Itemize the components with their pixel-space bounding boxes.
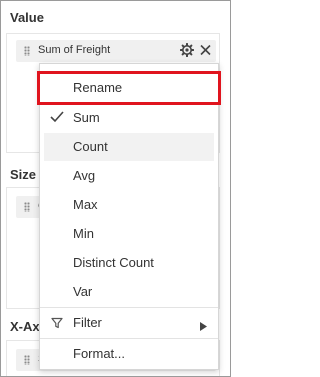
menu-item-label: Rename	[73, 80, 123, 95]
gear-icon[interactable]	[179, 42, 195, 62]
menu-separator	[40, 338, 218, 339]
menu-item-var[interactable]: Var	[40, 278, 218, 306]
menu-item-label: Distinct Count	[73, 255, 154, 270]
menu-item-label: Min	[73, 226, 94, 241]
field-panel: Value Sum of Freight Size X-Ax Rename Su…	[0, 0, 231, 377]
menu-item-filter[interactable]: Filter	[40, 309, 218, 337]
x-axis-section-title: X-Ax	[10, 319, 40, 334]
menu-item-label: Sum	[73, 110, 100, 125]
value-field-pill[interactable]: Sum of Freight	[16, 40, 216, 62]
drag-handle-icon[interactable]	[24, 355, 30, 365]
submenu-arrow-icon	[200, 319, 207, 334]
menu-item-avg[interactable]: Avg	[40, 162, 218, 190]
menu-item-label: Format...	[73, 346, 126, 361]
filter-icon	[51, 317, 63, 332]
menu-item-label: Var	[73, 284, 93, 299]
size-section-title: Size	[10, 167, 37, 182]
menu-item-label: Filter	[73, 315, 102, 330]
value-section-title: Value	[10, 10, 44, 25]
checkmark-icon	[50, 111, 64, 126]
menu-item-label: Max	[73, 197, 98, 212]
drag-handle-icon[interactable]	[24, 46, 30, 56]
close-icon[interactable]	[199, 43, 212, 62]
menu-item-label: Count	[73, 139, 108, 154]
field-context-menu: Rename Sum Count Avg Max Min Distinct Co…	[37, 63, 221, 370]
menu-item-sum[interactable]: Sum	[40, 104, 218, 132]
menu-item-count[interactable]: Count	[44, 133, 214, 161]
menu-item-min[interactable]: Min	[40, 220, 218, 248]
drag-handle-icon[interactable]	[24, 202, 30, 212]
value-field-label: Sum of Freight	[38, 44, 111, 56]
menu-separator	[40, 307, 218, 308]
menu-item-max[interactable]: Max	[40, 191, 218, 219]
menu-item-rename[interactable]: Rename	[37, 71, 221, 105]
menu-item-label: Avg	[73, 168, 96, 183]
menu-item-distinct-count[interactable]: Distinct Count	[40, 249, 218, 277]
menu-item-format[interactable]: Format...	[40, 340, 218, 368]
